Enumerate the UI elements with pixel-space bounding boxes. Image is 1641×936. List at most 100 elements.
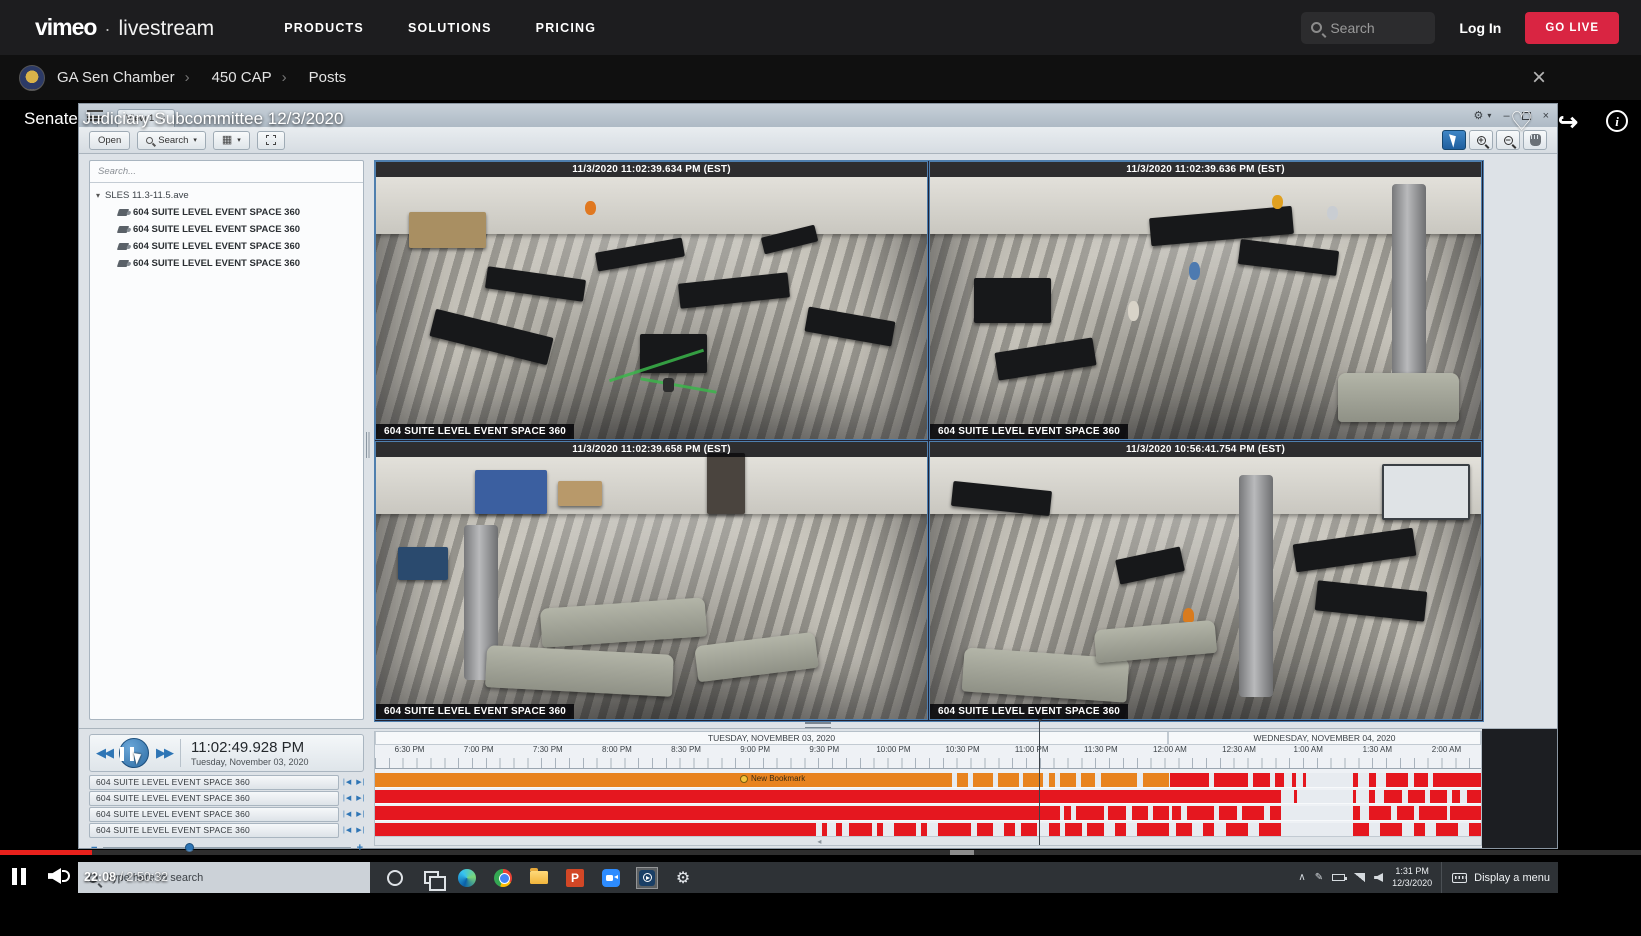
task-view-icon[interactable] bbox=[420, 867, 442, 889]
taskbar-clock[interactable]: 1:31 PM 12/3/2020 bbox=[1392, 866, 1432, 889]
camera-row-button[interactable]: 604 SUITE LEVEL EVENT SPACE 360 bbox=[89, 807, 339, 822]
skip-next-icon[interactable]: ▶| bbox=[356, 794, 365, 802]
edge-browser-icon[interactable] bbox=[456, 867, 478, 889]
speaker-wave-icon bbox=[62, 870, 70, 882]
camera-view-4[interactable]: 11/3/2020 10:56:41.754 PM (EST) 604 SUIT… bbox=[929, 441, 1482, 720]
search-input[interactable]: Search bbox=[1301, 12, 1435, 44]
tree-root-label: SLES 11.3-11.5.ave bbox=[105, 190, 189, 201]
volume-icon[interactable] bbox=[1374, 873, 1383, 882]
vimeo-livestream-logo[interactable]: vimeo · livestream bbox=[35, 14, 214, 41]
timeline[interactable]: TUESDAY, NOVEMBER 03, 2020 WEDNESDAY, NO… bbox=[374, 731, 1482, 846]
open-button[interactable]: Open bbox=[89, 131, 130, 150]
media-player-icon-active[interactable] bbox=[636, 867, 658, 889]
tree-camera-item[interactable]: 604 SUITE LEVEL EVENT SPACE 360 bbox=[118, 258, 357, 269]
search-icon bbox=[146, 137, 153, 144]
zoom-app-icon[interactable] bbox=[600, 867, 622, 889]
powerpoint-icon[interactable]: P bbox=[564, 867, 586, 889]
skip-prev-icon[interactable]: |◀ bbox=[343, 810, 352, 818]
camera-view-2[interactable]: 11/3/2020 11:02:39.636 PM (EST) 604 SUIT… bbox=[929, 161, 1482, 440]
rewind-button[interactable]: ◀◀ bbox=[96, 745, 112, 761]
window-close-icon[interactable]: × bbox=[1543, 110, 1549, 122]
fast-forward-button[interactable]: ▶▶ bbox=[156, 745, 172, 761]
timeline-tick-label: 1:00 AM bbox=[1294, 745, 1323, 754]
search-placeholder: Search bbox=[1330, 20, 1374, 36]
timeline-bar-segment bbox=[1132, 806, 1149, 820]
video-progress-bar[interactable] bbox=[0, 850, 1641, 855]
breadcrumb-posts[interactable]: Posts bbox=[309, 69, 347, 86]
timeline-tick-label: 9:00 PM bbox=[740, 745, 770, 754]
tree-camera-item[interactable]: 604 SUITE LEVEL EVENT SPACE 360 bbox=[118, 207, 357, 218]
channel-avatar[interactable] bbox=[19, 65, 45, 91]
camera-view-3[interactable]: 11/3/2020 11:02:39.658 PM (EST) 604 SUIT… bbox=[375, 441, 928, 720]
skip-next-icon[interactable]: ▶| bbox=[356, 778, 365, 786]
scrollbar-arrow-icon[interactable]: ◂ bbox=[817, 837, 821, 846]
display-menu-button[interactable]: Display a menu bbox=[1441, 862, 1550, 893]
search-label: Search bbox=[158, 135, 188, 146]
gear-caret-icon[interactable]: ▾ bbox=[1487, 111, 1491, 120]
search-dropdown-button[interactable]: Search ▾ bbox=[137, 131, 206, 150]
file-explorer-icon[interactable] bbox=[528, 867, 550, 889]
tree-item-label: 604 SUITE LEVEL EVENT SPACE 360 bbox=[133, 207, 300, 218]
nav-link-pricing[interactable]: PRICING bbox=[536, 21, 597, 35]
camera-row-button[interactable]: 604 SUITE LEVEL EVENT SPACE 360 bbox=[89, 775, 339, 790]
layout-grid-button[interactable]: ▦ ▾ bbox=[213, 131, 250, 150]
camera-tag-icon bbox=[117, 243, 129, 250]
skip-prev-icon[interactable]: |◀ bbox=[343, 826, 352, 834]
camera-row-button[interactable]: 604 SUITE LEVEL EVENT SPACE 360 bbox=[89, 823, 339, 838]
tree-camera-item[interactable]: 604 SUITE LEVEL EVENT SPACE 360 bbox=[118, 224, 357, 235]
share-icon[interactable]: ↪ bbox=[1558, 108, 1578, 137]
tray-expand-caret-icon[interactable]: ∧ bbox=[1298, 872, 1305, 883]
timeline-bar-row[interactable] bbox=[375, 823, 1481, 838]
video-player[interactable]: Senate Judiciary Subcommittee 12/3/2020 … bbox=[0, 100, 1641, 936]
timeline-bar-segment bbox=[957, 773, 968, 787]
cortana-icon[interactable] bbox=[384, 867, 406, 889]
timeline-scrollbar[interactable]: ◂ bbox=[375, 836, 1481, 845]
camera-view-1[interactable]: 11/3/2020 11:02:39.634 PM (EST) 604 SUIT… bbox=[375, 161, 928, 440]
timeline-bar-segment bbox=[375, 806, 1060, 820]
new-bookmark-label[interactable]: New Bookmark bbox=[740, 774, 805, 783]
timeline-bar-row[interactable] bbox=[375, 806, 1481, 821]
network-icon[interactable] bbox=[1354, 873, 1365, 882]
pen-icon[interactable]: ✎ bbox=[1315, 872, 1323, 883]
skip-next-icon[interactable]: ▶| bbox=[356, 810, 365, 818]
fullscreen-button[interactable] bbox=[257, 131, 285, 150]
tree-expand-icon[interactable]: ▾ bbox=[96, 191, 100, 200]
timeline-bar-segment bbox=[375, 823, 816, 837]
chrome-browser-icon[interactable] bbox=[492, 867, 514, 889]
speaker-icon bbox=[48, 868, 61, 884]
timeline-bar-row[interactable]: New Bookmark bbox=[375, 773, 1481, 788]
like-heart-icon[interactable]: ♡ bbox=[1510, 106, 1533, 137]
battery-icon[interactable] bbox=[1332, 874, 1345, 881]
skip-next-icon[interactable]: ▶| bbox=[356, 826, 365, 834]
settings-gear-icon[interactable]: ⚙ bbox=[672, 867, 694, 889]
nav-link-products[interactable]: PRODUCTS bbox=[284, 21, 364, 35]
breadcrumb-event[interactable]: 450 CAP bbox=[212, 69, 272, 86]
breadcrumb-channel[interactable]: GA Sen Chamber bbox=[57, 69, 175, 86]
skip-prev-icon[interactable]: |◀ bbox=[343, 778, 352, 786]
close-icon[interactable]: × bbox=[1532, 66, 1546, 90]
timeline-bar-row[interactable] bbox=[375, 790, 1481, 805]
go-live-button[interactable]: GO LIVE bbox=[1525, 12, 1619, 44]
camera-row-button[interactable]: 604 SUITE LEVEL EVENT SPACE 360 bbox=[89, 791, 339, 806]
camera-scene bbox=[376, 442, 927, 719]
minimize-icon[interactable]: – bbox=[1503, 110, 1509, 122]
zoom-slider-track[interactable] bbox=[103, 847, 350, 849]
select-tool-button[interactable] bbox=[1442, 130, 1466, 150]
player-pause-button[interactable] bbox=[12, 868, 30, 886]
player-volume-button[interactable] bbox=[48, 868, 61, 884]
skip-prev-icon[interactable]: |◀ bbox=[343, 794, 352, 802]
tree-camera-item[interactable]: 604 SUITE LEVEL EVENT SPACE 360 bbox=[118, 241, 357, 252]
tree-root-node[interactable]: ▾ SLES 11.3-11.5.ave bbox=[96, 190, 357, 201]
info-icon[interactable]: i bbox=[1606, 110, 1628, 132]
timeline-bar-segment bbox=[1353, 823, 1370, 837]
login-link[interactable]: Log In bbox=[1459, 20, 1501, 36]
panel-resize-handle[interactable] bbox=[366, 432, 371, 458]
camera-scene bbox=[930, 442, 1481, 719]
timeline-bar-segment bbox=[1369, 773, 1376, 787]
settings-gear-icon[interactable]: ⚙ bbox=[1474, 109, 1484, 122]
nav-link-solutions[interactable]: SOLUTIONS bbox=[408, 21, 492, 35]
zoom-in-tool-button[interactable]: + bbox=[1469, 130, 1493, 150]
pause-button[interactable] bbox=[119, 738, 149, 768]
tree-search-input[interactable]: Search... bbox=[90, 161, 363, 183]
timeline-playhead[interactable] bbox=[1039, 716, 1041, 845]
